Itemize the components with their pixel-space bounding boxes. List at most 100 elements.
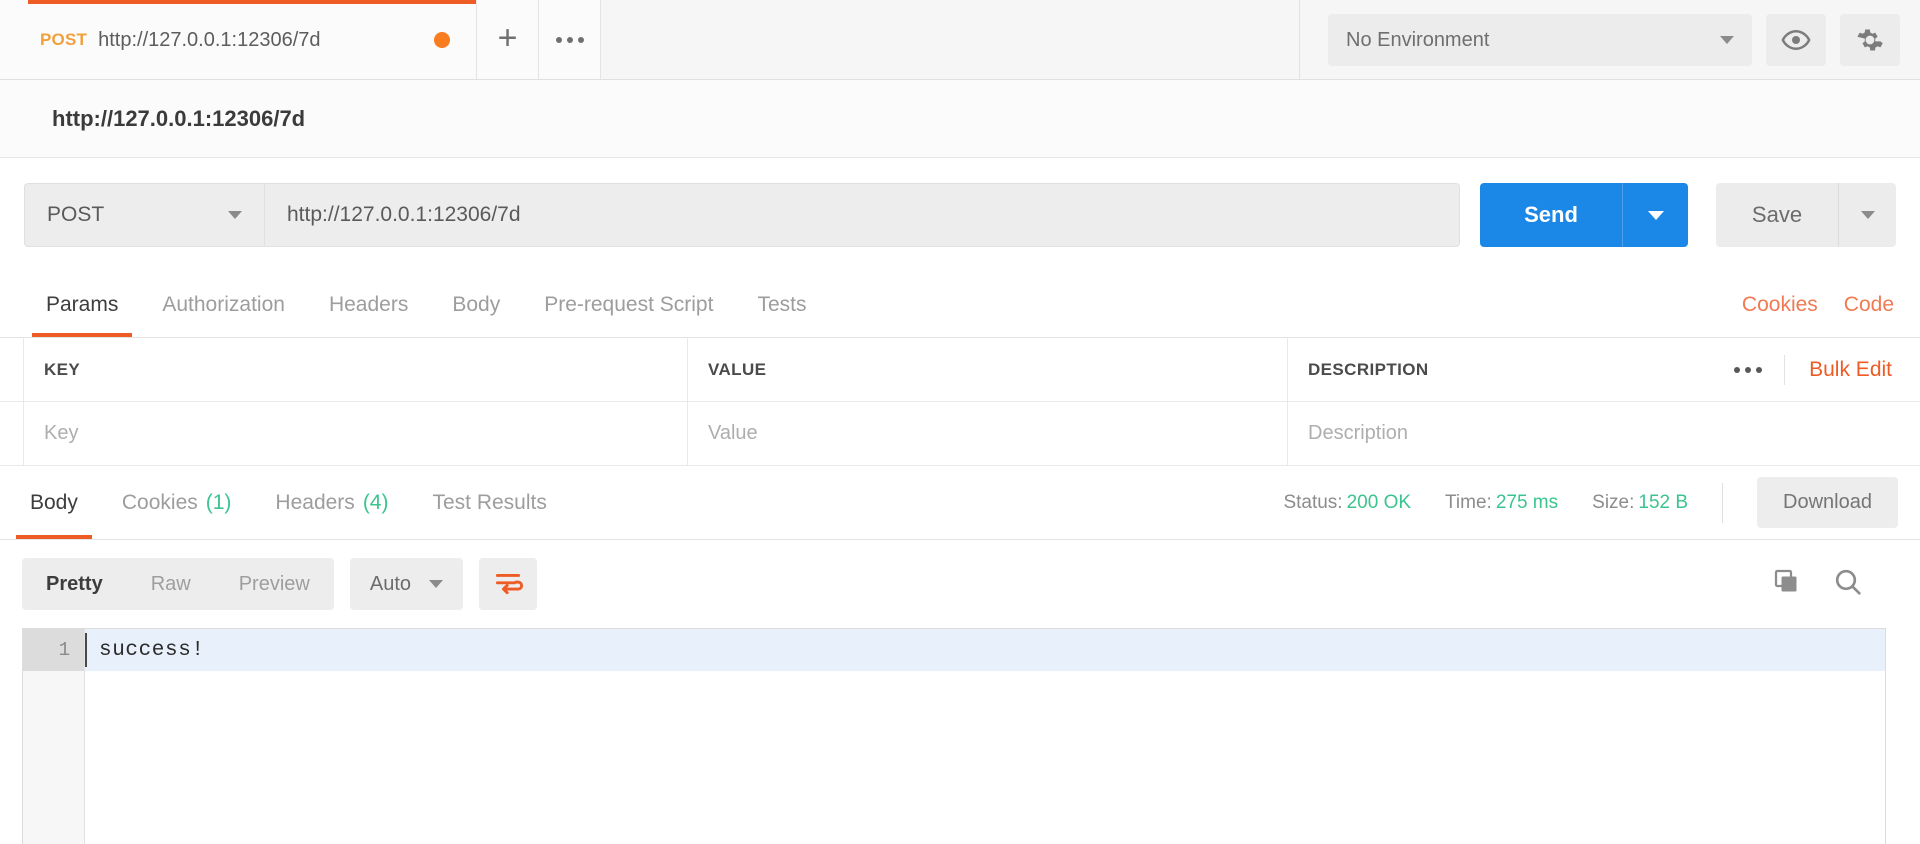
page-title: http://127.0.0.1:12306/7d	[52, 105, 306, 131]
response-tab-headers-count: (4)	[362, 490, 389, 514]
environment-quick-look-button[interactable]	[1766, 14, 1826, 66]
row-checkbox-cell[interactable]	[0, 402, 24, 465]
search-button[interactable]	[1832, 566, 1864, 603]
http-method-select[interactable]: POST	[24, 183, 264, 247]
code-line: success!	[85, 629, 1885, 671]
params-header-key: KEY	[24, 338, 688, 401]
response-status-area: Status: 200 OK Time: 275 ms Size: 152 B Dow…	[1283, 466, 1920, 539]
http-method-value: POST	[47, 203, 105, 226]
plus-icon: +	[497, 18, 518, 57]
search-icon	[1835, 569, 1861, 595]
tab-tests[interactable]: Tests	[735, 272, 828, 337]
tab-pre-request-script-label: Pre-request Script	[544, 292, 714, 316]
postman-window: POST http://127.0.0.1:12306/7d + No Envi…	[0, 0, 1920, 844]
request-tabs-links: Cookies Code	[1742, 272, 1920, 337]
status-badge: Status: 200 OK	[1283, 492, 1411, 514]
response-tab-headers[interactable]: Headers (4)	[253, 466, 410, 539]
response-tab-test-results-label: Test Results	[432, 490, 547, 514]
response-body-toolbar: Pretty Raw Preview Auto	[0, 540, 1920, 628]
params-header-key-label: KEY	[44, 359, 81, 379]
download-button[interactable]: Download	[1757, 477, 1898, 528]
gear-icon	[1857, 29, 1883, 51]
status-label: Status:	[1283, 491, 1343, 513]
tab-authorization[interactable]: Authorization	[140, 272, 307, 337]
word-wrap-button[interactable]	[479, 558, 538, 610]
tab-headers-label: Headers	[328, 292, 409, 316]
param-value-placeholder: Value	[708, 422, 758, 444]
params-table: KEY VALUE DESCRIPTION Bulk Edit Key Valu…	[0, 338, 1920, 466]
param-value-input[interactable]: Value	[688, 402, 1288, 465]
ellipsis-icon	[555, 37, 584, 43]
response-tab-cookies-label: Cookies	[121, 490, 198, 514]
tab-body-label: Body	[452, 292, 501, 316]
view-mode-preview[interactable]: Preview	[215, 558, 334, 610]
word-wrap-icon	[496, 574, 524, 595]
size-badge: Size: 152 B	[1592, 492, 1688, 514]
params-header-value-label: VALUE	[708, 359, 767, 379]
bulk-edit-link[interactable]: Bulk Edit	[1785, 358, 1900, 382]
chevron-down-icon	[429, 580, 444, 588]
tab-pre-request-script[interactable]: Pre-request Script	[522, 272, 735, 337]
send-button-group: Send	[1480, 183, 1688, 247]
format-select[interactable]: Auto	[349, 558, 464, 610]
save-button[interactable]: Save	[1716, 183, 1838, 247]
response-tab-cookies-count: (1)	[205, 490, 232, 514]
code-link[interactable]: Code	[1844, 293, 1894, 317]
send-options-button[interactable]	[1622, 183, 1688, 247]
line-number-gutter: 1	[23, 629, 85, 844]
response-tab-body[interactable]: Body	[8, 466, 100, 539]
params-header-description-label: DESCRIPTION	[1308, 359, 1429, 379]
size-label: Size:	[1592, 491, 1635, 513]
send-button[interactable]: Send	[1480, 183, 1622, 247]
settings-button[interactable]	[1840, 14, 1900, 66]
tab-authorization-label: Authorization	[162, 292, 285, 316]
tab-name-label: http://127.0.0.1:12306/7d	[98, 28, 321, 51]
time-badge: Time: 275 ms	[1445, 492, 1558, 514]
tab-params[interactable]: Params	[24, 272, 140, 337]
request-tab[interactable]: POST http://127.0.0.1:12306/7d	[0, 0, 477, 80]
tab-options-button[interactable]	[539, 0, 601, 80]
view-mode-pretty[interactable]: Pretty	[22, 558, 127, 610]
params-options-button[interactable]	[1712, 354, 1786, 385]
line-number: 1	[23, 629, 84, 671]
response-tab-headers-label: Headers	[275, 490, 355, 514]
copy-icon	[1774, 569, 1797, 591]
chevron-down-icon	[1720, 36, 1734, 44]
code-area[interactable]: success!	[85, 629, 1885, 844]
params-header-description: DESCRIPTION Bulk Edit	[1288, 338, 1920, 401]
view-mode-raw[interactable]: Raw	[127, 558, 215, 610]
param-description-input[interactable]: Description	[1288, 402, 1920, 465]
copy-button[interactable]	[1772, 567, 1802, 602]
cookies-link[interactable]: Cookies	[1742, 293, 1818, 317]
response-tab-cookies[interactable]: Cookies (1)	[100, 466, 254, 539]
time-value: 275 ms	[1495, 491, 1559, 513]
param-key-placeholder: Key	[44, 422, 79, 444]
request-tabs: Params Authorization Headers Body Pre-re…	[0, 272, 1920, 338]
size-value: 152 B	[1638, 491, 1689, 513]
param-description-placeholder: Description	[1308, 422, 1409, 444]
chevron-down-icon	[1647, 210, 1664, 220]
save-options-button[interactable]	[1838, 183, 1896, 247]
tab-body[interactable]: Body	[430, 272, 522, 337]
new-tab-button[interactable]: +	[477, 0, 539, 80]
eye-icon	[1781, 29, 1811, 51]
table-row: Key Value Description	[0, 402, 1920, 466]
response-body-editor[interactable]: 1 success!	[22, 628, 1886, 844]
chevron-down-icon	[228, 211, 242, 219]
chevron-down-icon	[1860, 211, 1875, 219]
response-body-editor-wrap: 1 success!	[0, 628, 1920, 844]
unsaved-changes-dot	[434, 32, 450, 48]
tab-bar: POST http://127.0.0.1:12306/7d + No Envi…	[0, 0, 1920, 80]
params-header-checkbox-cell	[0, 338, 24, 401]
param-key-input[interactable]: Key	[24, 402, 688, 465]
url-bar: POST http://127.0.0.1:12306/7d Send Save	[0, 158, 1920, 272]
response-tab-body-label: Body	[30, 490, 78, 514]
tab-headers[interactable]: Headers	[307, 272, 430, 337]
environment-selector[interactable]: No Environment	[1328, 14, 1752, 66]
divider	[1722, 482, 1724, 523]
params-table-header-row: KEY VALUE DESCRIPTION Bulk Edit	[0, 338, 1920, 402]
response-tab-test-results[interactable]: Test Results	[410, 466, 568, 539]
url-input[interactable]: http://127.0.0.1:12306/7d	[264, 183, 1460, 247]
view-mode-segmented-control: Pretty Raw Preview	[22, 558, 334, 610]
response-toolbar-actions	[1772, 566, 1894, 603]
